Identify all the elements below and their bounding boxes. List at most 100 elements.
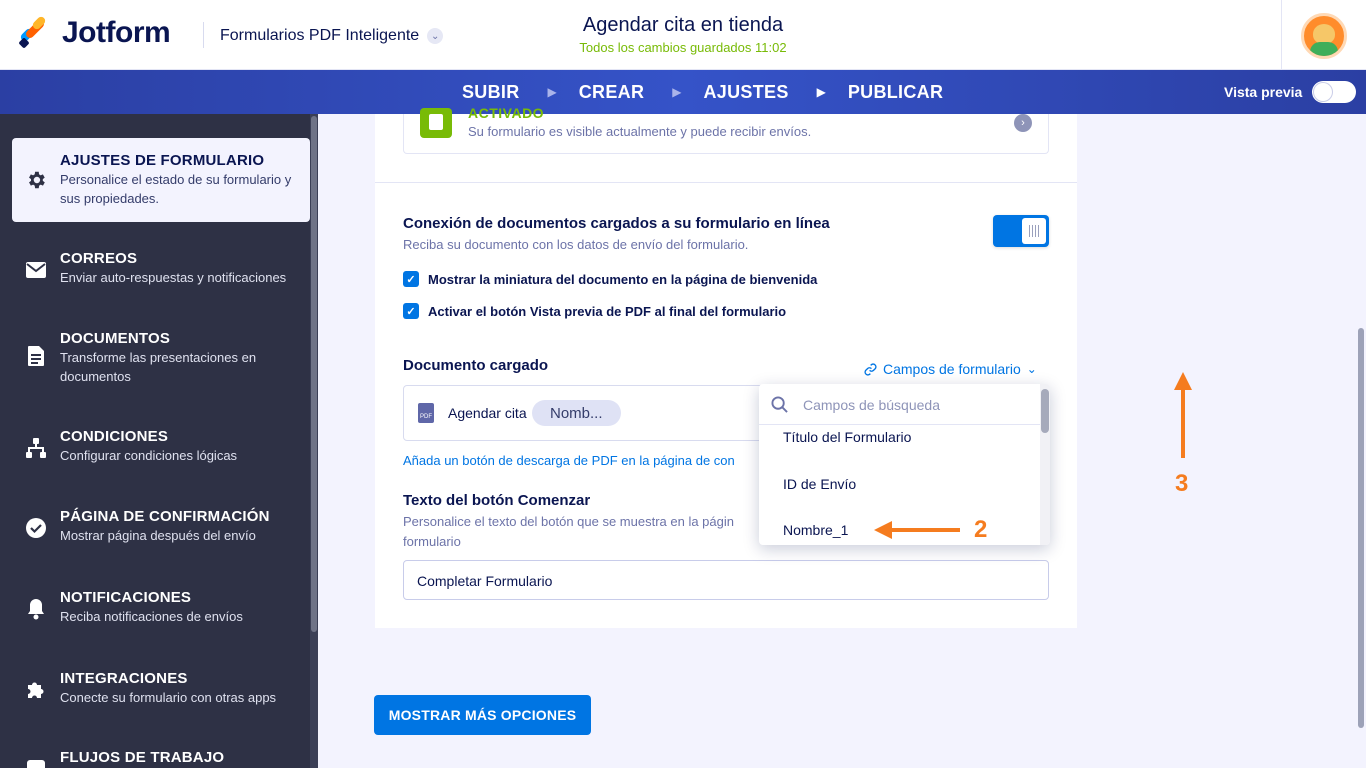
sidebar-item-title: DOCUMENTOS [60,330,171,347]
annotation-step-3: 3 [1175,470,1189,497]
pdf-icon: PDF [418,403,434,423]
preview-toggle-group: Vista previa [1224,70,1357,114]
sidebar-item-form-settings[interactable]: AJUSTES DE FORMULARIO Personalice el est… [12,138,310,222]
dropdown-item[interactable]: ID de Envío [783,476,856,492]
preview-toggle[interactable] [1312,81,1357,103]
sidebar-item-desc: Transforme las presentaciones en documen… [60,350,257,384]
main-scrollbar[interactable] [1356,114,1366,768]
start-button-text-input[interactable]: Completar Formulario [403,560,1049,600]
sidebar-item-desc: Enviar auto-respuestas y notificaciones [60,270,287,285]
jotform-logo-icon [18,15,50,49]
avatar-face [1313,24,1335,44]
sidebar-item-title: CONDICIONES [60,428,169,445]
sidebar-item-desc: Reciba notificaciones de envíos [60,609,243,624]
sidebar-item-emails[interactable]: CORREOS Enviar auto-respuestas y notific… [12,250,310,287]
sidebar-item-conditions[interactable]: CONDICIONES Configurar condiciones lógic… [12,428,310,465]
start-button-desc: Personalice el texto del botón que se mu… [403,514,734,529]
show-more-options-button[interactable]: MOSTRAR MÁS OPCIONES [374,695,591,735]
avatar[interactable] [1301,13,1347,59]
section-divider [375,182,1077,183]
dropdown-item[interactable]: Título del Formulario [783,429,911,445]
sidebar-item-title: PÁGINA DE CONFIRMACIÓN [60,508,270,525]
dropdown-scrollbar[interactable] [1040,384,1050,545]
sidebar-item-title: INTEGRACIONES [60,670,188,687]
chevron-down-icon: ⌄ [1026,362,1037,376]
save-status: Todos los cambios guardados 11:02 [579,40,787,55]
sidebar-item-workflows[interactable]: FLUJOS DE TRABAJO [12,749,310,768]
sidebar-item-documents[interactable]: DOCUMENTOS Transforme las presentaciones… [12,330,310,386]
chevron-right-icon: ▶ [816,85,826,99]
link-icon [864,362,877,376]
sidebar-item-thank-you-page[interactable]: PÁGINA DE CONFIRMACIÓN Mostrar página de… [12,508,310,545]
jotform-logo[interactable]: Jotform [18,15,171,50]
connection-title: Conexión de documentos cargados a su for… [403,215,830,232]
header-divider-right [1281,0,1282,70]
annotation-arrow-up [1174,372,1192,458]
gear-icon [24,168,48,192]
chevron-right-icon: ▶ [547,85,557,99]
start-button-title: Texto del botón Comenzar [403,492,591,509]
search-input[interactable]: Campos de búsqueda [803,397,940,413]
checkbox-checked[interactable]: ✓ [403,271,419,287]
sidebar-item-title: AJUSTES DE FORMULARIO [60,152,265,169]
sidebar-item-desc: Configurar condiciones lógicas [60,448,238,463]
settings-sidebar: AJUSTES DE FORMULARIO Personalice el est… [0,114,318,768]
sidebar-item-desc: Mostrar página después del envío [60,528,256,543]
status-desc: Su formulario es visible actualmente y p… [468,124,812,139]
start-button-desc-2: formulario [403,534,461,549]
chevron-down-icon: ⌄ [427,28,444,44]
sidebar-item-integrations[interactable]: INTEGRACIONES Conecte su formulario con … [12,670,310,707]
scrollbar-thumb[interactable] [1358,328,1364,728]
form-title: Agendar cita en tienda [582,14,784,36]
settings-card: ACTIVADO Su formulario es visible actual… [375,105,1077,628]
connection-toggle[interactable] [993,215,1049,247]
product-name: Formularios PDF Inteligente [220,27,420,44]
form-fields-link[interactable]: Campos de formulario ⌄ [864,361,1037,377]
dropdown-search[interactable]: Campos de búsqueda [759,384,1040,425]
checkbox-label: Activar el botón Vista previa de PDF al … [428,303,787,319]
check-circle-icon [24,516,48,540]
sidebar-item-title: FLUJOS DE TRABAJO [60,749,225,766]
pdf-preview-checkbox-row[interactable]: ✓ Activar el botón Vista previa de PDF a… [403,303,786,319]
annotation-arrow-left [874,521,960,539]
header-divider [203,22,204,48]
preview-label: Vista previa [1224,84,1303,100]
field-chip[interactable]: Nomb... [532,400,621,426]
chevron-right-icon[interactable]: › [1014,114,1032,132]
download-button-link[interactable]: Añada un botón de descarga de PDF en la … [403,453,735,468]
bell-icon [24,597,48,621]
sidebar-item-desc: Conecte su formulario con otras apps [60,690,277,705]
toggle-knob [1022,218,1046,244]
sidebar-item-title: NOTIFICACIONES [60,589,192,606]
form-status-icon [420,108,452,138]
annotation-step-2: 2 [974,516,988,543]
uploaded-document-title: Documento cargado [403,357,549,374]
scrollbar-thumb[interactable] [311,116,317,632]
checkbox-checked[interactable]: ✓ [403,303,419,319]
product-switcher[interactable]: Formularios PDF Inteligente ⌄ [220,27,444,45]
dropdown-item[interactable]: Nombre_1 [783,522,848,538]
form-fields-label: Campos de formulario [883,361,1021,377]
search-icon [771,396,788,413]
thumbnail-checkbox-row[interactable]: ✓ Mostrar la miniatura del documento en … [403,271,817,287]
tab-publicar[interactable]: PUBLICAR [848,70,943,114]
workflow-icon [24,757,48,768]
scrollbar-thumb[interactable] [1041,389,1049,433]
avatar-body [1310,42,1338,56]
sitemap-icon [24,436,48,460]
checkbox-label: Mostrar la miniatura del documento en la… [428,271,818,287]
sidebar-scrollbar[interactable] [310,114,318,768]
document-icon [24,344,48,368]
tab-ajustes[interactable]: AJUSTES [704,70,789,114]
builder-nav: SUBIR ▶ CREAR ▶ AJUSTES ▶ PUBLICAR Vista… [0,70,1366,114]
mail-icon [24,258,48,282]
sidebar-item-title: CORREOS [60,250,138,267]
form-status-box[interactable]: ACTIVADO Su formulario es visible actual… [403,105,1049,154]
status-label: ACTIVADO [468,105,545,121]
document-name: Agendar cita [448,405,527,421]
sidebar-item-notifications[interactable]: NOTIFICACIONES Reciba notificaciones de … [12,589,310,626]
tab-crear[interactable]: CREAR [579,70,645,114]
logo-text: Jotform [62,16,171,49]
connection-desc: Reciba su documento con los datos de env… [403,237,749,252]
chevron-right-icon: ▶ [672,85,682,99]
